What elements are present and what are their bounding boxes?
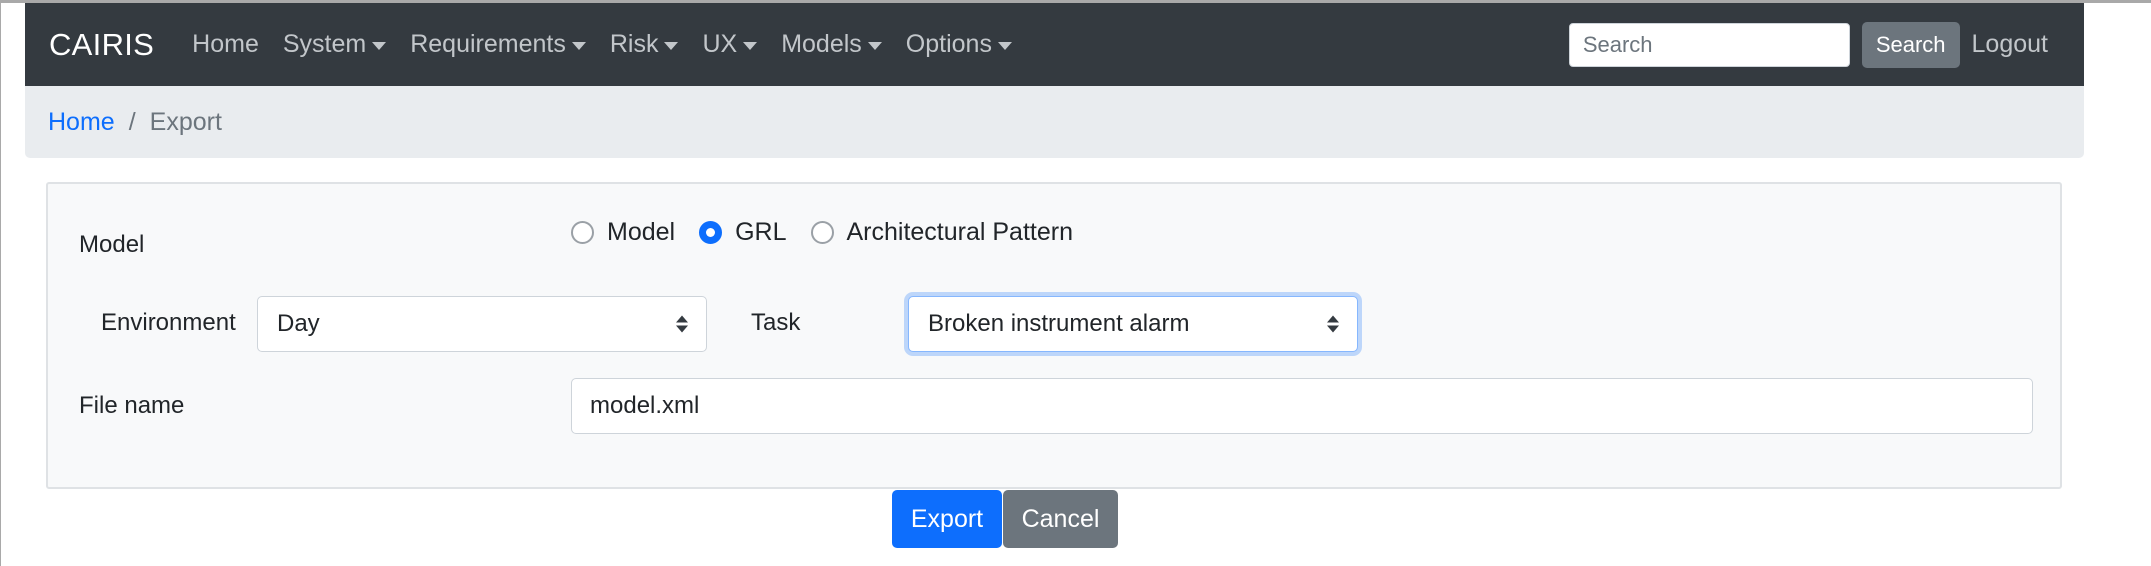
nav-system-dropdown[interactable]: System [282,30,387,59]
breadcrumb: Home / Export [25,86,2084,158]
caret-down-icon [571,41,586,50]
search-button[interactable]: Search [1861,21,1960,68]
nav-options-dropdown[interactable]: Options [906,30,1012,59]
nav-ux-label: UX [702,30,738,58]
environment-select[interactable]: Day [257,296,707,352]
nav-requirements-dropdown[interactable]: Requirements [410,30,586,59]
task-select-value: Broken instrument alarm [928,310,1190,337]
caret-down-icon [867,41,882,50]
nav-ux-dropdown[interactable]: UX [702,30,758,59]
cancel-button[interactable]: Cancel [1003,490,1118,548]
nav-system-label: System [282,30,367,58]
radio-model-label: Model [607,218,676,246]
breadcrumb-separator: / [128,107,136,136]
filename-input[interactable] [571,378,2033,434]
radio-architectural-pattern-circle[interactable] [810,221,834,244]
page-container: CAIRIS Home System Requirements Risk UX … [25,3,2084,158]
search-input[interactable] [1568,22,1850,67]
radio-grl-label: GRL [735,218,787,246]
select-arrows-icon [676,315,688,333]
nav-models-dropdown[interactable]: Models [781,30,882,59]
environment-select-value: Day [277,310,320,337]
export-button[interactable]: Export [892,490,1002,548]
caret-down-icon [372,41,387,50]
top-navbar: CAIRIS Home System Requirements Risk UX … [25,3,2084,86]
export-form-card: Model Model GRL Architectural Pattern En… [46,182,2062,489]
nav-options-label: Options [905,30,992,58]
environment-label: Environment [101,309,236,336]
radio-architectural-pattern-label: Architectural Pattern [846,218,1074,246]
nav-risk-dropdown[interactable]: Risk [610,30,679,59]
nav-risk-label: Risk [609,30,659,58]
nav-models-label: Models [781,30,862,58]
radio-model[interactable]: Model [571,218,675,247]
logout-link[interactable]: Logout [1972,30,2048,59]
caret-down-icon [664,41,679,50]
model-label: Model [79,231,145,258]
breadcrumb-current: Export [149,107,222,136]
breadcrumb-home-link[interactable]: Home [48,108,115,137]
nav-home-label: Home [192,30,259,58]
select-arrows-icon [1327,315,1339,333]
radio-model-circle[interactable] [571,221,594,244]
radio-grl[interactable]: GRL [699,218,787,247]
nav-home[interactable]: Home [192,30,259,59]
model-type-radio-group: Model GRL Architectural Pattern [571,218,1097,247]
filename-label: File name [79,392,185,419]
task-label: Task [751,309,801,336]
nav-requirements-label: Requirements [410,30,566,58]
task-select[interactable]: Broken instrument alarm [908,296,1358,352]
radio-grl-circle[interactable] [699,221,723,244]
caret-down-icon [997,41,1012,50]
brand-logo[interactable]: CAIRIS [49,27,154,63]
caret-down-icon [743,41,758,50]
radio-architectural-pattern[interactable]: Architectural Pattern [810,218,1074,247]
